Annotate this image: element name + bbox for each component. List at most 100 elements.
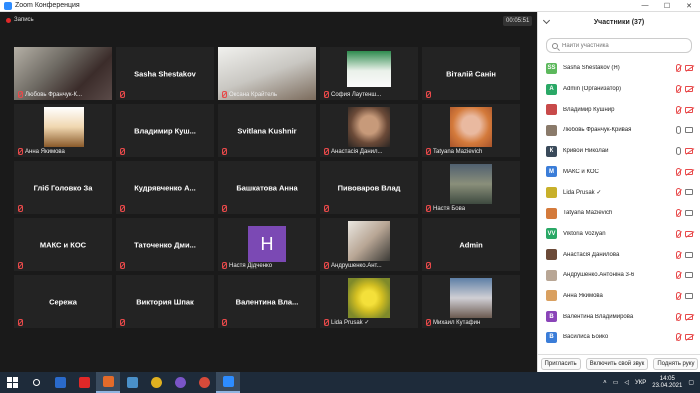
avatar	[546, 104, 557, 116]
participant-row[interactable]: К Кривой Николай	[538, 141, 700, 162]
mic-muted-icon	[425, 319, 431, 326]
taskbar-app[interactable]	[120, 372, 144, 393]
taskbar-app[interactable]	[168, 372, 192, 393]
participant-row[interactable]: Анастасія Данилова	[538, 244, 700, 265]
participant-name: Василиса Бойко	[563, 334, 609, 341]
avatar: В	[546, 311, 557, 323]
unmute-self-button[interactable]: Включить свой звук	[585, 357, 649, 370]
participant-row[interactable]: SS Sasha Shestakov (Я)	[538, 58, 700, 79]
participant-status	[676, 229, 693, 238]
camera-off-icon	[685, 65, 693, 72]
video-tile[interactable]: Tatyana Mazievich	[422, 104, 520, 157]
taskbar-app[interactable]	[48, 372, 72, 393]
participant-name: Башкатова Анна	[236, 183, 298, 192]
invite-button[interactable]: Пригласить	[540, 357, 581, 370]
record-dot-icon	[6, 17, 11, 23]
mic-muted-icon	[323, 319, 329, 326]
mic-muted-icon	[119, 91, 125, 98]
mic-muted-icon	[676, 291, 681, 300]
participant-row[interactable]: Анна Якимова	[538, 286, 700, 307]
participant-picture	[348, 107, 390, 147]
taskbar-app[interactable]	[216, 372, 240, 393]
participant-name: Lida Prusak ✓	[563, 189, 602, 196]
chevron-down-icon[interactable]	[542, 16, 551, 25]
mic-muted-icon	[119, 148, 125, 155]
video-tile[interactable]: МАКС и КОС	[14, 218, 112, 271]
participant-row[interactable]: В Василиса Бойко	[538, 327, 700, 348]
video-tile[interactable]: Svitlana Kushnir	[218, 104, 316, 157]
mic-muted-icon	[323, 91, 329, 98]
taskbar-app[interactable]	[96, 372, 120, 393]
participant-row[interactable]: VV Viktoria Voziyan	[538, 224, 700, 245]
video-tile[interactable]: Сережа	[14, 275, 112, 328]
mic-muted-icon	[676, 333, 681, 342]
video-tile[interactable]: Кудрявченко А...	[116, 161, 214, 214]
mic-muted-icon	[119, 319, 125, 326]
avatar	[546, 124, 557, 136]
chrome-icon	[150, 377, 162, 388]
video-tile[interactable]: Андрушенко.Ант...	[320, 218, 418, 271]
participant-row[interactable]: Владимир Кушнир	[538, 99, 700, 120]
video-tile[interactable]: Lida Prusak ✓	[320, 275, 418, 328]
mic-muted-icon	[676, 188, 681, 197]
video-tile[interactable]: Виктория Шпак	[116, 275, 214, 328]
participant-name: Сережа	[49, 297, 77, 306]
close-button[interactable]: ✕	[678, 2, 700, 10]
mic-muted-icon	[676, 271, 681, 280]
participant-label: Настя Бова	[433, 205, 466, 212]
video-tile[interactable]: Михаил Кутафин	[422, 275, 520, 328]
search-input[interactable]	[562, 42, 682, 49]
participant-row[interactable]: A Admin (Организатор)	[538, 79, 700, 100]
taskbar-search[interactable]	[24, 372, 48, 393]
video-tile[interactable]: Гліб Головко За	[14, 161, 112, 214]
video-tile[interactable]: Віталій Санін	[422, 47, 520, 100]
video-tile[interactable]: София Лаутенш...	[320, 47, 418, 100]
recording-indicator[interactable]: Запись	[6, 17, 34, 23]
video-tile[interactable]: Пивоваров Влад	[320, 161, 418, 214]
participant-search[interactable]	[546, 38, 692, 53]
taskbar-app[interactable]	[72, 372, 96, 393]
chevron-up-icon[interactable]: ˄	[603, 380, 607, 386]
maximize-button[interactable]: ☐	[656, 2, 678, 10]
taskbar-app[interactable]	[192, 372, 216, 393]
raise-hand-button[interactable]: Поднять руку	[653, 357, 699, 370]
camera-off-icon	[685, 313, 693, 320]
video-tile[interactable]: Владимир Куш...	[116, 104, 214, 157]
video-tile[interactable]: Оксана Крайтель	[218, 47, 316, 100]
avatar: В	[546, 331, 557, 343]
participant-row[interactable]: Lida Prusak ✓	[538, 182, 700, 203]
participant-status	[676, 333, 693, 342]
start-button[interactable]	[0, 372, 24, 393]
volume-icon[interactable]: ◁	[624, 379, 629, 386]
zoom-logo-icon	[4, 1, 12, 10]
video-tile[interactable]: Любовь Франчук-К...	[14, 47, 112, 100]
taskbar-app[interactable]	[144, 372, 168, 393]
video-tile[interactable]: Таточенко Дми...	[116, 218, 214, 271]
language-indicator[interactable]: УКР	[635, 380, 646, 386]
minimize-button[interactable]: —	[634, 2, 656, 10]
video-tile[interactable]: Sasha Shestakov	[116, 47, 214, 100]
avatar	[546, 249, 557, 261]
participant-row[interactable]: В Валентина Владимирова	[538, 306, 700, 327]
participants-footer: Пригласить Включить свой звук Поднять ру…	[538, 354, 700, 372]
participant-label: Оксана Крайтель	[229, 91, 277, 98]
video-tile[interactable]: Admin	[422, 218, 520, 271]
video-tile[interactable]: Валентина Вла...	[218, 275, 316, 328]
video-tile[interactable]: Настя Бова	[422, 161, 520, 214]
notifications-icon[interactable]: ▢	[688, 379, 694, 386]
participants-panel: Участники (37) SS Sasha Shestakov (Я) A Adm…	[537, 12, 700, 372]
avatar-letter: H	[248, 226, 286, 262]
participant-row[interactable]: Андрушенко.Антоніна 3-6	[538, 265, 700, 286]
mic-icon	[676, 147, 681, 156]
network-icon[interactable]: ▭	[613, 379, 619, 386]
video-tile[interactable]: Анна Якимова	[14, 104, 112, 157]
participant-row[interactable]: М МАКС и КОС	[538, 161, 700, 182]
participant-video	[347, 51, 391, 87]
mic-muted-icon	[221, 148, 227, 155]
clock[interactable]: 14:05 23.04.2021	[652, 376, 682, 390]
video-tile[interactable]: Башкатова Анна	[218, 161, 316, 214]
participant-row[interactable]: Tatyana Mazievich	[538, 203, 700, 224]
video-tile[interactable]: H Настя Дідченко	[218, 218, 316, 271]
participant-row[interactable]: Любовь Франчук-Кривая	[538, 120, 700, 141]
video-tile[interactable]: Анастасія Данил...	[320, 104, 418, 157]
